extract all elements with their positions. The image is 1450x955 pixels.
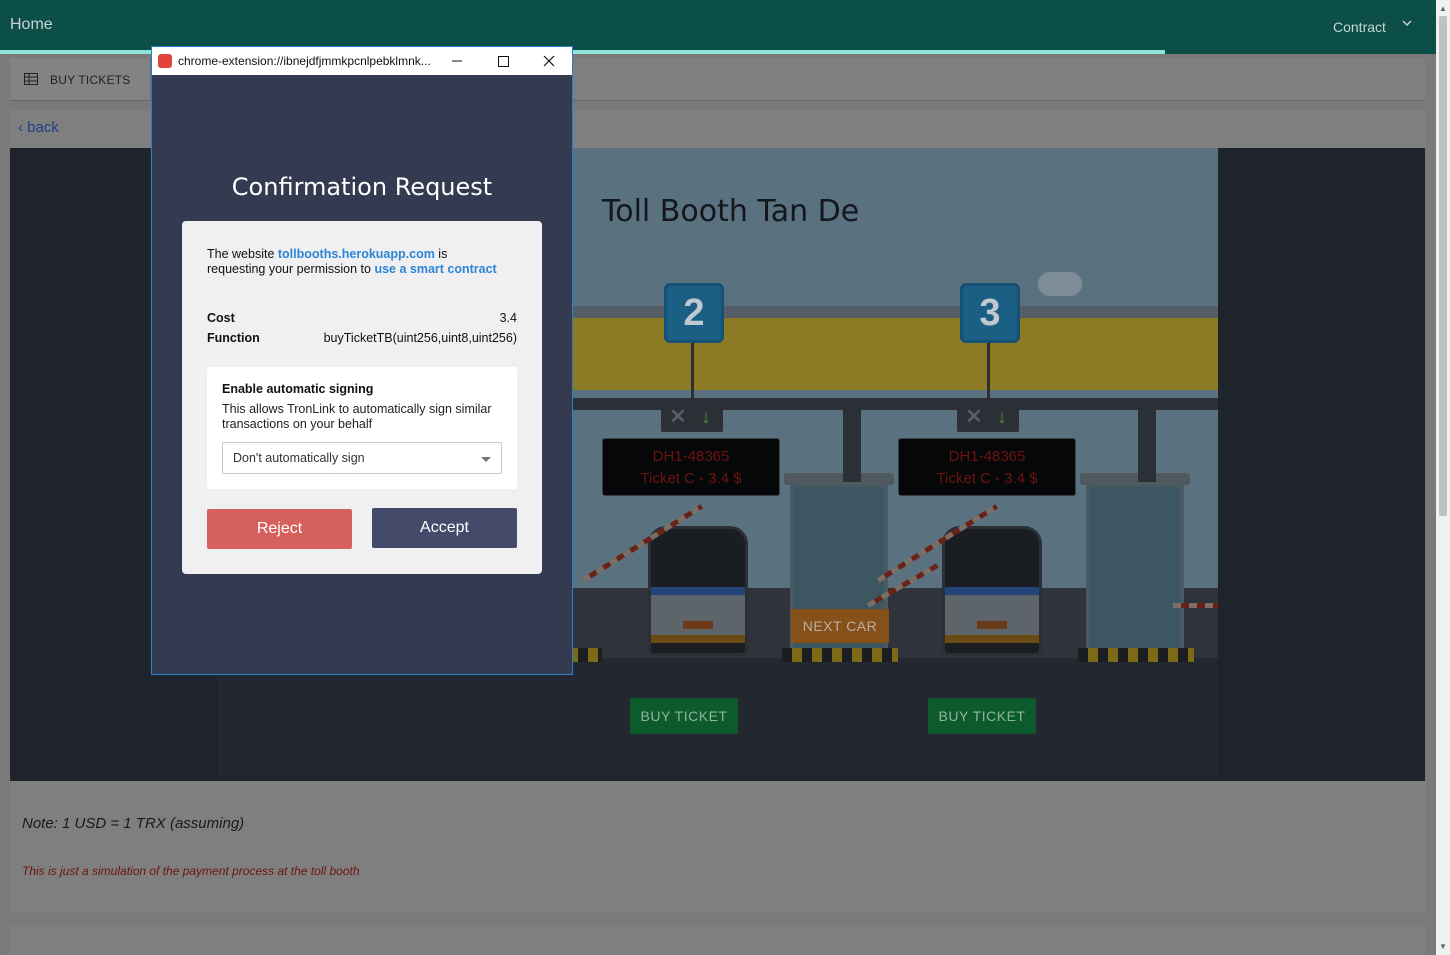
lane-lights-3: ✕ ↓ bbox=[957, 402, 1019, 432]
stop-x-icon: ✕ bbox=[965, 406, 983, 428]
auto-sign-title: Enable automatic signing bbox=[222, 382, 374, 396]
lane-lights-2: ✕ ↓ bbox=[661, 402, 723, 432]
auto-sign-select-value: Don't automatically sign bbox=[233, 451, 365, 465]
popup-titlebar[interactable]: chrome-extension://ibnejdfjmmkpcnlpebklm… bbox=[152, 47, 572, 75]
back-link-label: back bbox=[27, 119, 59, 136]
action-link[interactable]: use a smart contract bbox=[374, 262, 496, 276]
cost-label: Cost bbox=[207, 311, 235, 325]
lane-sign-2: 2 bbox=[664, 283, 724, 343]
disclaimer-note: This is just a simulation of the payment… bbox=[22, 864, 360, 878]
notes-panel: Note: 1 USD = 1 TRX (assuming) This is j… bbox=[10, 781, 1425, 913]
popup-body: Confirmation Request The website tollboo… bbox=[152, 75, 572, 674]
auto-sign-box: Enable automatic signing This allows Tro… bbox=[207, 367, 517, 489]
bus bbox=[942, 526, 1042, 656]
close-icon[interactable] bbox=[526, 47, 572, 75]
hazard-stripes bbox=[782, 648, 898, 662]
site-link[interactable]: tollbooths.herokuapp.com bbox=[278, 247, 435, 261]
lane-sign-3: 3 bbox=[960, 283, 1020, 343]
toll-booth bbox=[1080, 473, 1190, 655]
back-link[interactable]: ‹ back bbox=[18, 119, 59, 136]
plate-number: DH1-48365 bbox=[948, 448, 1026, 465]
arrow-down-icon: ↓ bbox=[701, 406, 711, 428]
ticket-info: Ticket C - 3.4 $ bbox=[640, 470, 742, 487]
scroll-up-icon[interactable]: ▲ bbox=[1439, 4, 1447, 13]
arrow-down-icon: ↓ bbox=[997, 406, 1007, 428]
confirmation-title: Confirmation Request bbox=[231, 173, 493, 201]
plate-number: DH1-48365 bbox=[652, 448, 730, 465]
hazard-stripes bbox=[1078, 648, 1194, 662]
booth-title: Toll Booth Tan De bbox=[602, 194, 860, 229]
nav-contract-menu[interactable]: Contract bbox=[1333, 19, 1386, 35]
next-car-button[interactable]: NEXT CAR bbox=[791, 609, 889, 643]
lane-display-2: DH1-48365 Ticket C - 3.4 $ bbox=[602, 438, 780, 496]
tronlink-logo-icon bbox=[158, 54, 172, 68]
reject-button[interactable]: Reject bbox=[207, 509, 352, 549]
scroll-thumb[interactable] bbox=[1439, 16, 1447, 516]
accept-button[interactable]: Accept bbox=[372, 508, 517, 548]
page-scrollbar[interactable]: ▲ ▼ bbox=[1436, 0, 1450, 955]
bus bbox=[648, 526, 748, 656]
tab-buy-tickets-label: BUY TICKETS bbox=[50, 73, 131, 87]
auto-sign-description: This allows TronLink to automatically si… bbox=[222, 402, 492, 431]
function-label: Function bbox=[207, 331, 260, 345]
cloud bbox=[1038, 272, 1082, 296]
top-navbar: Home Contract bbox=[0, 0, 1436, 50]
confirmation-card: The website tollbooths.herokuapp.com is … bbox=[182, 221, 542, 574]
table-icon bbox=[24, 73, 38, 85]
rate-note: Note: 1 USD = 1 TRX (assuming) bbox=[22, 815, 245, 832]
stop-x-icon: ✕ bbox=[669, 406, 687, 428]
chevron-down-icon[interactable] bbox=[1399, 15, 1415, 31]
cost-value: 3.4 bbox=[499, 311, 517, 325]
function-value: buyTicketTB(uint256,uint8,uint256) bbox=[323, 331, 517, 345]
barrier-arm bbox=[1173, 603, 1218, 608]
request-text: The website tollbooths.herokuapp.com is … bbox=[207, 247, 497, 276]
lane-display-3: DH1-48365 Ticket C - 3.4 $ bbox=[898, 438, 1076, 496]
tronlink-popup-window: chrome-extension://ibnejdfjmmkpcnlpebklm… bbox=[151, 46, 573, 675]
minimize-icon[interactable] bbox=[434, 47, 480, 75]
scroll-down-icon[interactable]: ▼ bbox=[1439, 942, 1447, 951]
maximize-icon[interactable] bbox=[480, 47, 526, 75]
buy-ticket-button-3[interactable]: BUY TICKET bbox=[928, 698, 1036, 734]
nav-home-link[interactable]: Home bbox=[10, 16, 53, 34]
buy-ticket-button-2[interactable]: BUY TICKET bbox=[630, 698, 738, 734]
caret-down-icon bbox=[481, 457, 491, 462]
auto-sign-select[interactable]: Don't automatically sign bbox=[222, 442, 502, 474]
popup-url: chrome-extension://ibnejdfjmmkpcnlpebklm… bbox=[178, 54, 431, 68]
ticket-info: Ticket C - 3.4 $ bbox=[936, 470, 1038, 487]
tab-buy-tickets[interactable]: BUY TICKETS bbox=[10, 58, 151, 100]
bottom-panel bbox=[10, 925, 1425, 955]
